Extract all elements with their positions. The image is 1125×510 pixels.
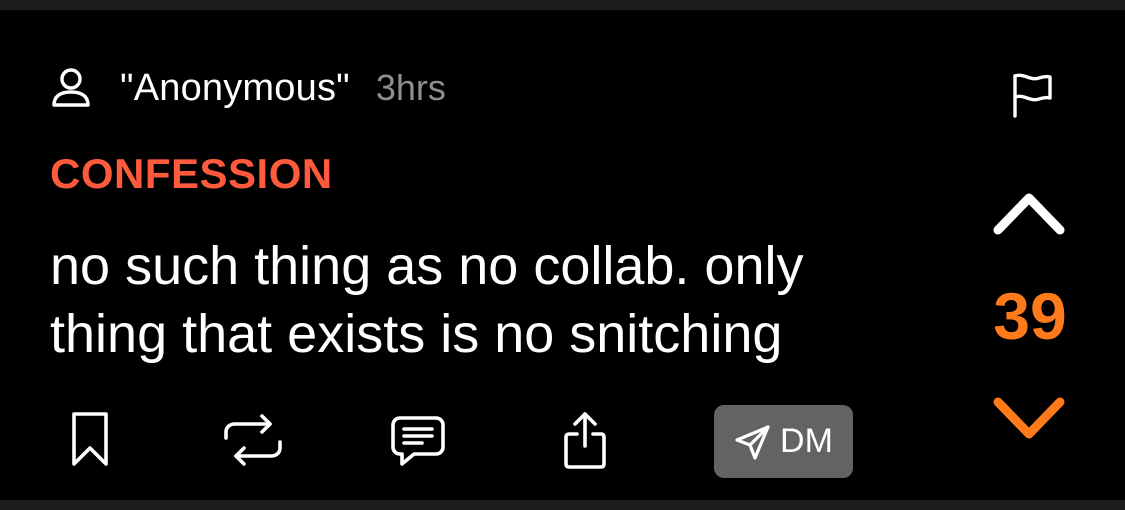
author-name[interactable]: "Anonymous" bbox=[120, 67, 350, 110]
category-label: CONFESSION bbox=[50, 150, 333, 197]
vote-count: 39 bbox=[993, 279, 1067, 353]
flag-icon[interactable] bbox=[1010, 72, 1054, 118]
post-time: 3hrs bbox=[375, 67, 446, 108]
repost-icon[interactable] bbox=[222, 410, 284, 470]
comment-icon[interactable] bbox=[390, 410, 446, 470]
bottom-separator bbox=[0, 500, 1125, 510]
dm-label: DM bbox=[780, 422, 833, 460]
bookmark-icon[interactable] bbox=[66, 410, 114, 470]
author-row: "Anonymous" 3hrs bbox=[50, 67, 446, 110]
post-card: "Anonymous" 3hrs CONFESSION no such thin… bbox=[0, 10, 1125, 500]
chevron-up-icon[interactable] bbox=[992, 188, 1066, 238]
dm-button[interactable]: DM bbox=[714, 405, 853, 478]
send-icon bbox=[735, 424, 770, 460]
chevron-down-icon[interactable] bbox=[992, 394, 1066, 444]
post-text: no such thing as no collab. only thing t… bbox=[50, 236, 804, 364]
user-icon bbox=[52, 68, 90, 107]
share-icon[interactable] bbox=[562, 410, 608, 470]
top-separator bbox=[0, 0, 1125, 10]
